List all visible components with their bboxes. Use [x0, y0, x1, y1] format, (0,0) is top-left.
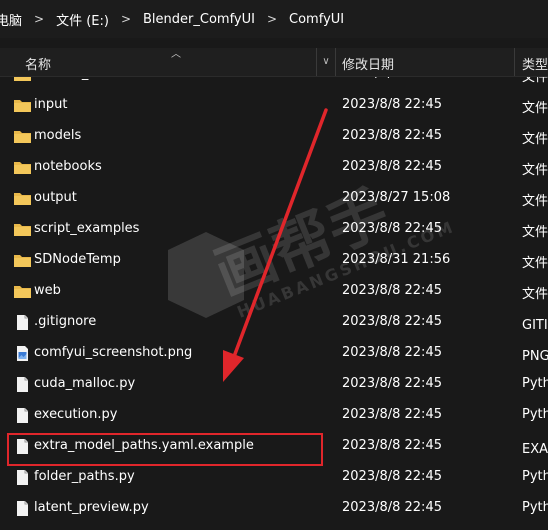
chevron-down-icon[interactable]: ∨: [316, 48, 336, 76]
list-item[interactable]: output 2023/8/27 15:08 文件夹: [0, 183, 548, 214]
file-type: 文件夹: [522, 194, 548, 209]
chevron-right-icon[interactable]: >: [34, 12, 44, 26]
list-item[interactable]: notebooks 2023/8/8 22:45 文件夹: [0, 152, 548, 183]
file-name: comfyui_screenshot.png: [34, 345, 193, 360]
file-date: 2023/8/8 22:45: [342, 221, 442, 236]
file-name: .gitignore: [34, 314, 97, 329]
list-item[interactable]: .gitignore 2023/8/8 22:45 GITIGNORE 文件: [0, 307, 548, 338]
column-header-date[interactable]: 修改日期: [342, 54, 394, 73]
column-header-name[interactable]: 名称: [25, 54, 51, 73]
folder-icon: [14, 286, 31, 298]
file-name: cuda_malloc.py: [34, 376, 136, 391]
list-item[interactable]: web 2023/8/8 22:45 文件夹: [0, 276, 548, 307]
file-type: Python File: [522, 407, 548, 422]
highlight-box: [7, 433, 323, 466]
breadcrumb-item-blender-comfyui[interactable]: Blender_ComfyUI: [141, 12, 257, 27]
file-type: GITIGNORE 文件: [522, 318, 548, 333]
file-type: PNG 文件: [522, 349, 548, 364]
file-date: 2023/8/8 22:45: [342, 314, 442, 329]
file-name: input: [34, 97, 68, 112]
file-type: 文件夹: [522, 225, 548, 240]
folder-icon: [14, 193, 31, 205]
file-date: 2023/8/8 22:45: [342, 283, 442, 298]
list-item[interactable]: input 2023/8/8 22:45 文件夹: [0, 90, 548, 121]
file-name: script_examples: [34, 221, 140, 236]
list-item[interactable]: script_examples 2023/8/8 22:45 文件夹: [0, 214, 548, 245]
list-item[interactable]: cuda_malloc.py 2023/8/8 22:45 Python Fil…: [0, 369, 548, 400]
breadcrumb-item-drive[interactable]: 文件 (E:): [54, 10, 111, 29]
file-type: 文件夹: [522, 287, 548, 302]
file-date: 2023/8/8 22:45: [342, 376, 442, 391]
breadcrumb: 电脑 > 文件 (E:) > Blender_ComfyUI > ComfyUI: [0, 0, 548, 38]
chevron-right-icon[interactable]: >: [267, 12, 277, 26]
file-icon: [17, 501, 28, 516]
folder-icon: [14, 131, 31, 143]
file-icon: [17, 408, 28, 423]
image-file-icon: [17, 346, 28, 361]
breadcrumb-item-comfyui[interactable]: ComfyUI: [287, 12, 346, 27]
folder-icon: [14, 255, 31, 267]
column-divider[interactable]: [514, 48, 515, 76]
file-name: folder_paths.py: [34, 469, 135, 484]
file-date: 2023/8/8 22:45: [342, 159, 442, 174]
column-header-type[interactable]: 类型: [522, 54, 548, 73]
file-icon: [17, 377, 28, 392]
list-item[interactable]: comfyui_screenshot.png 2023/8/8 22:45 PN…: [0, 338, 548, 369]
folder-icon: [14, 224, 31, 236]
sort-ascending-icon: ︿: [171, 49, 181, 60]
file-name: output: [34, 190, 77, 205]
folder-icon: [14, 162, 31, 174]
column-header: 名称 ︿ ∨ 修改日期 类型: [0, 48, 548, 77]
file-name: execution.py: [34, 407, 118, 422]
toolbar-gap: [0, 38, 548, 48]
file-name: SDNodeTemp: [34, 252, 121, 267]
file-date: 2023/8/8 22:45: [342, 469, 442, 484]
file-date: 2023/8/8 22:45: [342, 407, 442, 422]
file-date: 2023/8/31 21:56: [342, 252, 451, 267]
file-name: notebooks: [34, 159, 102, 174]
list-item[interactable]: SDNodeTemp 2023/8/31 21:56 文件夹: [0, 245, 548, 276]
file-date: 2023/8/8 22:45: [342, 128, 442, 143]
file-date: 2023/8/8 22:45: [342, 438, 442, 453]
file-date: 2023/8/27 15:08: [342, 190, 451, 205]
file-name: models: [34, 128, 82, 143]
file-date: 2023/8/8 22:45: [342, 345, 442, 360]
file-type: 文件夹: [522, 132, 548, 147]
chevron-right-icon[interactable]: >: [121, 12, 131, 26]
file-type: Python File: [522, 376, 548, 391]
file-icon: [17, 315, 28, 330]
list-item[interactable]: folder_paths.py 2023/8/8 22:45 Python Fi…: [0, 462, 548, 493]
list-item[interactable]: models 2023/8/8 22:45 文件夹: [0, 121, 548, 152]
file-type: EXAMPLE 文件: [522, 442, 548, 457]
list-item[interactable]: execution.py 2023/8/8 22:45 Python File: [0, 400, 548, 431]
file-date: 2023/8/8 22:45: [342, 97, 442, 112]
file-type: 文件夹: [522, 101, 548, 116]
file-type: 文件夹: [522, 163, 548, 178]
file-icon: [17, 470, 28, 485]
file-name: latent_preview.py: [34, 500, 149, 515]
file-type: Python File: [522, 469, 548, 484]
file-name: web: [34, 283, 61, 298]
file-type: Python File: [522, 500, 548, 515]
breadcrumb-item-pc[interactable]: 电脑: [0, 10, 24, 29]
file-type: 文件夹: [522, 256, 548, 271]
file-date: 2023/8/8 22:45: [342, 500, 442, 515]
folder-icon: [14, 100, 31, 112]
list-item[interactable]: latent_preview.py 2023/8/8 22:45 Python …: [0, 493, 548, 524]
